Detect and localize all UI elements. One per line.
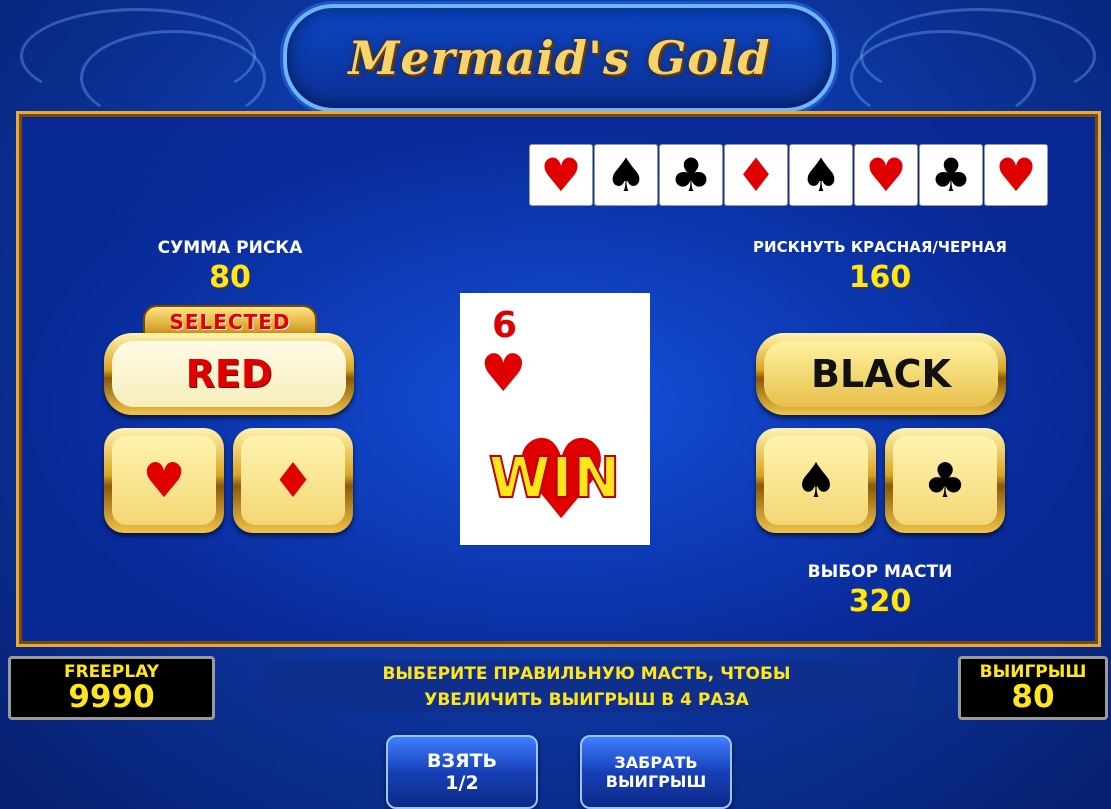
black-button[interactable]: BLACK bbox=[756, 333, 1006, 415]
game-title: Mermaid's Gold bbox=[348, 31, 771, 85]
instruction-message: ВЫБЕРИТЕ ПРАВИЛЬНУЮ МАСТЬ, ЧТОБЫ УВЕЛИЧИ… bbox=[260, 660, 913, 713]
hearts-icon: ♥ bbox=[112, 436, 216, 525]
card-suit-heart-icon: ♥ bbox=[480, 344, 527, 404]
diamonds-icon: ♦ bbox=[241, 436, 345, 525]
history-card-clubs-icon: ♣ bbox=[659, 144, 723, 206]
red-button-label: RED bbox=[112, 341, 346, 407]
take-label: ВЗЯТЬ bbox=[426, 750, 498, 772]
spades-button[interactable]: ♠ bbox=[756, 428, 876, 533]
suit-choice-label: ВЫБОР МАСТИ bbox=[807, 562, 953, 582]
freeplay-value: 9990 bbox=[68, 679, 155, 715]
diamonds-button[interactable]: ♦ bbox=[233, 428, 353, 533]
red-button[interactable]: RED bbox=[104, 333, 354, 415]
risk-color-label: РИСКНУТЬ КРАСНАЯ/ЧЕРНАЯ bbox=[753, 238, 1007, 256]
win-text: WIN bbox=[488, 445, 622, 512]
history-card-hearts-icon: ♥ bbox=[854, 144, 918, 206]
hearts-button[interactable]: ♥ bbox=[104, 428, 224, 533]
clubs-icon: ♣ bbox=[893, 436, 997, 525]
message-line-1: ВЫБЕРИТЕ ПРАВИЛЬНУЮ МАСТЬ, ЧТОБЫ bbox=[382, 663, 791, 684]
history-card-spades-icon: ♠ bbox=[594, 144, 658, 206]
take-fraction: 1/2 bbox=[445, 772, 479, 794]
collect-label-1: ЗАБРАТЬ bbox=[614, 753, 698, 772]
title-plate: Mermaid's Gold bbox=[283, 4, 836, 112]
take-half-button[interactable]: ВЗЯТЬ 1/2 bbox=[386, 735, 538, 809]
spades-icon: ♠ bbox=[764, 436, 868, 525]
risk-amount-value: 80 bbox=[209, 260, 251, 295]
history-card-clubs-icon: ♣ bbox=[919, 144, 983, 206]
card-rank: 6 bbox=[492, 305, 518, 346]
winnings-value: 80 bbox=[1011, 679, 1055, 715]
history-card-spades-icon: ♠ bbox=[789, 144, 853, 206]
collect-label-2: ВЫИГРЫШ bbox=[605, 772, 707, 791]
suit-choice-value: 320 bbox=[848, 584, 912, 619]
risk-amount-label: СУММА РИСКА bbox=[157, 238, 303, 258]
risk-color-value: 160 bbox=[848, 260, 912, 295]
clubs-button[interactable]: ♣ bbox=[885, 428, 1005, 533]
winnings-box: ВЫИГРЫШ 80 bbox=[958, 656, 1108, 720]
message-line-2: УВЕЛИЧИТЬ ВЫИГРЫШ В 4 РАЗА bbox=[424, 689, 749, 710]
history-card-diamonds-icon: ♦ bbox=[724, 144, 788, 206]
freeplay-box: FREEPLAY 9990 bbox=[8, 656, 215, 720]
black-button-label: BLACK bbox=[764, 341, 998, 407]
collect-winnings-button[interactable]: ЗАБРАТЬ ВЫИГРЫШ bbox=[580, 735, 732, 809]
history-card-hearts-icon: ♥ bbox=[529, 144, 593, 206]
history-card-hearts-icon: ♥ bbox=[984, 144, 1048, 206]
